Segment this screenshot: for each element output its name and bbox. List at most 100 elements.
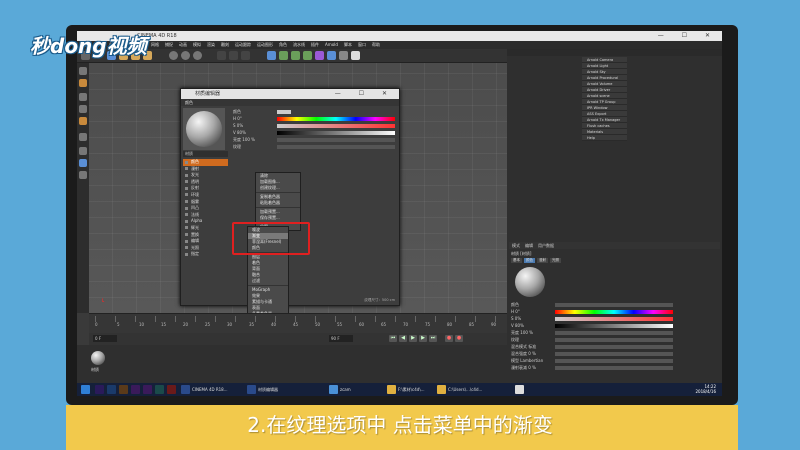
menu-item[interactable]: Arnold [325,41,338,49]
render-settings-icon[interactable] [241,51,250,60]
property-field[interactable] [555,302,673,307]
timeline[interactable]: 0 5 10 15 20 25 30 35 40 45 50 55 60 65 70 75 80 85 90 [89,313,507,333]
channel-item[interactable]: 反射 [183,185,228,192]
channel-checkbox[interactable] [185,226,188,230]
record-button[interactable]: ● [445,335,453,342]
taskbar-clock[interactable]: 14:22 2018/4/16 [695,384,716,394]
attribute-tab[interactable]: 用户数据 [538,242,554,249]
render-icon[interactable] [217,51,226,60]
channel-checkbox[interactable] [185,219,188,223]
channel-item[interactable]: 颜色 [183,159,228,166]
menu-item[interactable]: 运动图形 [257,41,273,49]
workplane-icon[interactable] [79,159,87,167]
points-mode-icon[interactable] [79,93,87,101]
channel-checkbox[interactable] [185,246,188,250]
channel-checkbox[interactable] [185,206,188,210]
context-menu-item[interactable]: 保存预置... [256,215,300,221]
channel-checkbox[interactable] [185,180,188,184]
channel-item[interactable]: 发光 [183,172,228,179]
illustrator-icon[interactable] [119,385,128,394]
first-frame-button[interactable]: ⏮ [389,335,397,342]
menu-item[interactable]: 窗口 [358,41,366,49]
channel-item[interactable]: 漫射 [183,166,228,173]
color-swatch[interactable] [277,109,291,114]
attribute-tab[interactable]: 编辑 [525,242,533,249]
menu-item[interactable]: 网格 [151,41,159,49]
axis-mode-icon[interactable] [79,133,87,141]
prev-frame-button[interactable]: ◀ [399,335,407,342]
shader-menu-item[interactable]: 过滤 [248,278,288,284]
arnold-menu-item[interactable]: Help [582,135,627,141]
x-axis-icon[interactable] [169,51,178,60]
context-menu-item[interactable]: 创建纹理... [256,185,300,191]
premiere-icon[interactable] [95,385,104,394]
taskbar-item-folder-1[interactable]: F:\素材\c4d\... [398,383,424,396]
taskbar-item-c4d[interactable]: CINEMA 4D R18... [192,383,228,396]
menu-item[interactable]: 捕捉 [165,41,173,49]
property-field[interactable] [555,344,673,349]
saturation-slider[interactable] [277,123,395,128]
menu-item[interactable]: 雕刻 [221,41,229,49]
y-axis-icon[interactable] [181,51,190,60]
channel-item[interactable]: 指定 [183,251,228,258]
channel-item[interactable]: 光照 [183,245,228,252]
channel-checkbox[interactable] [185,233,188,237]
context-menu-item[interactable]: 粘贴着色器 [256,200,300,206]
render-view-icon[interactable] [229,51,238,60]
floor-icon[interactable] [327,51,336,60]
value-slider[interactable] [277,130,395,135]
channel-checkbox[interactable] [185,193,188,197]
channel-checkbox[interactable] [185,173,188,177]
menu-item[interactable]: 脚本 [344,41,352,49]
channel-checkbox[interactable] [185,252,188,256]
start-icon[interactable] [81,385,90,394]
channel-item[interactable]: 透明 [183,179,228,186]
property-field[interactable] [277,144,395,149]
folder-icon-2[interactable] [437,385,446,394]
autokey-button[interactable]: ● [455,335,463,342]
taskbar-item-material-editor[interactable]: 材质编辑器 [258,383,278,396]
channel-item[interactable]: 辉光 [183,225,228,232]
menu-item[interactable]: 运动跟踪 [235,41,251,49]
light-icon[interactable] [351,51,360,60]
property-field[interactable] [277,137,395,142]
attribute-tab[interactable]: 模式 [512,242,520,249]
property-field[interactable] [555,330,673,335]
camera-icon[interactable] [339,51,348,60]
channel-item[interactable]: 置换 [183,232,228,239]
channel-item[interactable]: 烟雾 [183,199,228,206]
material-name[interactable]: 材质 [183,151,228,157]
attribute-material-tab[interactable]: 基本 [511,258,522,263]
channel-checkbox[interactable] [185,239,188,243]
cinema4d-icon[interactable] [181,385,190,394]
material-thumbnail[interactable] [91,351,105,365]
attribute-material-tab[interactable]: 光照 [550,258,561,263]
saturation-slider[interactable] [555,316,673,321]
material-preview[interactable] [183,108,225,150]
hue-slider[interactable] [555,309,673,314]
property-field[interactable] [555,337,673,342]
menu-item[interactable]: 角色 [279,41,287,49]
channel-item[interactable]: 法线 [183,212,228,219]
taskbar-item-folder-2[interactable]: C:\Users\...\c4d... [448,383,482,396]
zcam-icon[interactable] [329,385,338,394]
channel-checkbox[interactable] [185,200,188,204]
next-frame-button[interactable]: ▶ [419,335,427,342]
menu-item[interactable]: 动画 [179,41,187,49]
folder-icon[interactable] [387,385,396,394]
channel-checkbox[interactable] [185,213,188,217]
edges-mode-icon[interactable] [79,105,87,113]
channel-checkbox[interactable] [185,160,188,164]
menu-item[interactable]: 渲染 [207,41,215,49]
texture-mode-icon[interactable] [79,79,87,87]
material-editor-task-icon[interactable] [247,385,256,394]
menu-item[interactable]: 流水线 [293,41,305,49]
window-controls[interactable]: — ☐ ✕ [658,31,718,41]
hue-slider[interactable] [277,116,395,121]
acrobat-icon[interactable] [167,385,176,394]
array-icon[interactable] [303,51,312,60]
audition-icon[interactable] [155,385,164,394]
channel-checkbox[interactable] [185,186,188,190]
menu-item[interactable]: 帮助 [372,41,380,49]
property-field[interactable] [555,365,673,370]
